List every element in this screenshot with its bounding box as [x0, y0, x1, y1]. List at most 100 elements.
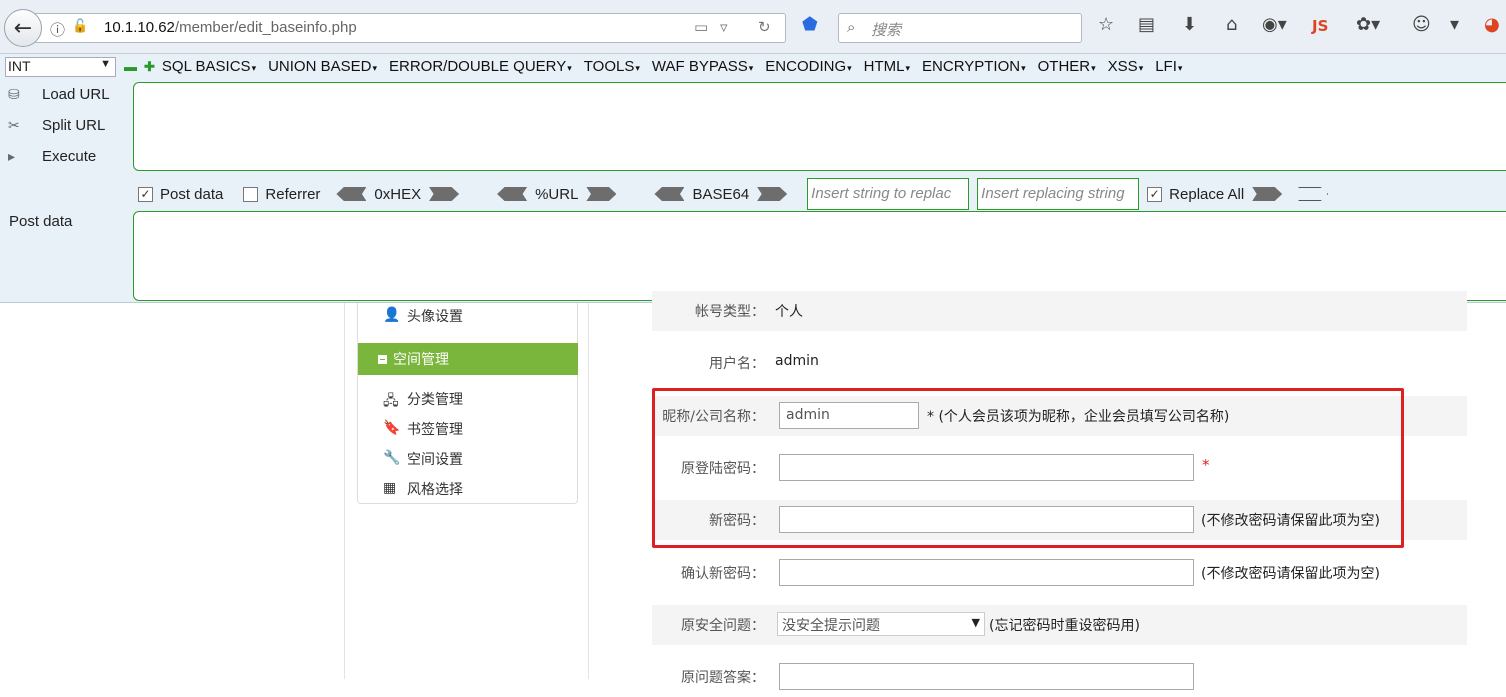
split-url-button[interactable]: ✂ Split URL [8, 117, 105, 134]
url-textarea[interactable] [133, 82, 1506, 171]
base64-label: BASE64 [692, 185, 750, 203]
url-host: 10.1.10.62 [104, 19, 175, 36]
confirm-password-note: (不修改密码请保留此项为空) [1201, 566, 1380, 582]
highlight-box [652, 388, 1404, 548]
base64-encode-arrow-icon[interactable] [654, 187, 685, 201]
load-url-button[interactable]: ⛁ Load URL [8, 86, 110, 103]
reading-list-icon[interactable]: ▤ [1138, 14, 1155, 35]
referrer-checkbox-label: Referrer [265, 185, 321, 203]
sidebar-item-label: 头像设置 [407, 309, 463, 325]
url-path: /member/edit_baseinfo.php [174, 19, 357, 36]
confirm-password-input[interactable] [779, 559, 1194, 586]
menu-sql-basics[interactable]: SQL BASICS [162, 58, 256, 75]
sidebar-item-categories[interactable]: 🖧 分类管理 [383, 389, 463, 409]
url-bar[interactable]: ⓘ 🔓 10.1.10.62/member/edit_baseinfo.php … [28, 13, 786, 43]
info-icon[interactable]: ⓘ [50, 19, 65, 40]
security-question-select[interactable]: 没安全提示问题 ▼ [777, 612, 985, 636]
palette-grid-icon: ▦ [383, 480, 397, 496]
bookmark-icon: 🔖 [383, 420, 401, 436]
chevron-down-icon: ▼ [971, 616, 980, 629]
account-type-label: 帐号类型： [695, 304, 765, 320]
menu-html[interactable]: HTML [864, 58, 910, 75]
download-icon[interactable]: ⬇ [1182, 14, 1197, 35]
addon-icon[interactable]: ✿▾ [1356, 14, 1380, 35]
url-encode-arrow-icon[interactable] [497, 187, 528, 201]
shield-icon[interactable]: ⬟ [802, 14, 818, 35]
security-answer-label: 原问题答案： [681, 670, 765, 686]
replace-arrow-icon[interactable] [1252, 187, 1283, 201]
palette-icon[interactable]: ☺ [1412, 14, 1431, 35]
menu-encoding[interactable]: ENCODING [765, 58, 851, 75]
back-arrow-icon: ← [13, 15, 33, 41]
globe-icon[interactable]: ◉▾ [1262, 14, 1287, 35]
search-icon: ⌕ [847, 18, 856, 36]
search-box[interactable]: ⌕ 搜索 [838, 13, 1082, 43]
member-sidebar: 👤 头像设置 空间管理 🖧 分类管理 🔖 书签管理 🔧 空间设置 ▦ 风格选择 [357, 303, 578, 504]
hackbar-options-row: ✓ Post data Referrer 0xHEX %URL BASE64 I… [138, 178, 1336, 210]
menu-other[interactable]: OTHER [1038, 58, 1096, 75]
url-text[interactable]: 10.1.10.62/member/edit_baseinfo.php [104, 19, 357, 36]
replacing-string-placeholder: Insert replacing string [981, 185, 1125, 202]
username-row: 用户名： admin [652, 343, 1467, 383]
sidebar-item-label: 空间设置 [407, 452, 463, 468]
execute-label: Execute [42, 148, 97, 165]
plus-icon[interactable]: ✚ [144, 59, 155, 75]
confirm-password-label: 确认新密码： [681, 566, 765, 582]
replacing-string-input[interactable]: Insert replacing string [977, 178, 1140, 210]
sidebar-item-space-settings[interactable]: 🔧 空间设置 [383, 449, 463, 469]
hackbar-menu: ▬ ✚ SQL BASICS UNION BASED ERROR/DOUBLE … [124, 58, 1194, 75]
insecure-lock-icon[interactable]: 🔓 [72, 19, 88, 34]
menu-encryption[interactable]: ENCRYPTION [922, 58, 1026, 75]
type-select[interactable]: INT ▼ [5, 57, 116, 77]
network-icon[interactable]: ▭ [694, 18, 708, 36]
menu-dropdown-icon[interactable]: ▾ [1450, 14, 1459, 35]
sidebar-item-avatar[interactable]: 👤 头像设置 [383, 306, 463, 326]
js-toggle-icon[interactable]: JS [1312, 17, 1328, 35]
username-value: admin [775, 353, 819, 369]
post-data-textarea[interactable] [133, 211, 1506, 301]
replace-undo-arrow-icon[interactable] [1298, 187, 1329, 201]
security-question-row: 原安全问题： 没安全提示问题 ▼ (忘记密码时重设密码用) [652, 605, 1467, 645]
browser-toolbar: ⓘ 🔓 10.1.10.62/member/edit_baseinfo.php … [0, 0, 1506, 54]
menu-union-based[interactable]: UNION BASED [268, 58, 377, 75]
hex-label: 0xHEX [374, 185, 422, 203]
sidebar-section-label: 空间管理 [393, 352, 449, 368]
menu-tools[interactable]: TOOLS [584, 58, 640, 75]
replace-all-checkbox[interactable]: ✓ [1147, 186, 1163, 202]
security-question-label: 原安全问题： [681, 618, 765, 634]
reload-icon[interactable]: ↻ [758, 18, 771, 36]
bookmark-star-icon[interactable]: ☆ [1098, 14, 1114, 35]
sidebar-section-space[interactable]: 空间管理 [358, 343, 578, 375]
security-answer-input[interactable] [779, 663, 1194, 690]
hex-encode-arrow-icon[interactable] [336, 187, 367, 201]
confirm-password-row: 确认新密码： (不修改密码请保留此项为空) [652, 553, 1467, 593]
dropdown-arrow-icon[interactable]: ▿ [720, 18, 728, 36]
execute-button[interactable]: ▸ Execute [8, 148, 96, 165]
load-url-icon: ⛁ [8, 86, 20, 102]
menu-lfi[interactable]: LFI [1155, 58, 1182, 75]
menu-waf-bypass[interactable]: WAF BYPASS [652, 58, 753, 75]
url-decode-arrow-icon[interactable] [586, 187, 617, 201]
sidebar-item-style[interactable]: ▦ 风格选择 [383, 479, 463, 499]
replace-all-label: Replace All [1169, 185, 1245, 203]
sidebar-item-label: 书签管理 [407, 422, 463, 438]
security-question-note: (忘记密码时重设密码用) [989, 618, 1140, 634]
post-data-checkbox[interactable]: ✓ [138, 186, 153, 202]
tools-icon: 🔧 [383, 450, 401, 466]
base64-decode-arrow-icon[interactable] [757, 187, 788, 201]
back-button[interactable]: ← [4, 9, 42, 47]
menu-xss[interactable]: XSS [1108, 58, 1144, 75]
referrer-checkbox[interactable] [243, 186, 259, 202]
menu-error-double-query[interactable]: ERROR/DOUBLE QUERY [389, 58, 572, 75]
play-icon: ▸ [8, 148, 16, 164]
account-type-row: 帐号类型： 个人 [652, 291, 1467, 331]
url-encode-label: %URL [535, 185, 579, 203]
extension-icon[interactable]: ◕ [1484, 14, 1500, 35]
home-icon[interactable]: ⌂ [1226, 14, 1237, 35]
sidebar-item-bookmarks[interactable]: 🔖 书签管理 [383, 419, 463, 439]
hex-decode-arrow-icon[interactable] [429, 187, 460, 201]
post-data-label: Post data [9, 213, 73, 230]
minus-icon[interactable]: ▬ [124, 59, 137, 74]
search-placeholder: 搜索 [871, 21, 902, 39]
replace-string-input[interactable]: Insert string to replac [807, 178, 970, 210]
